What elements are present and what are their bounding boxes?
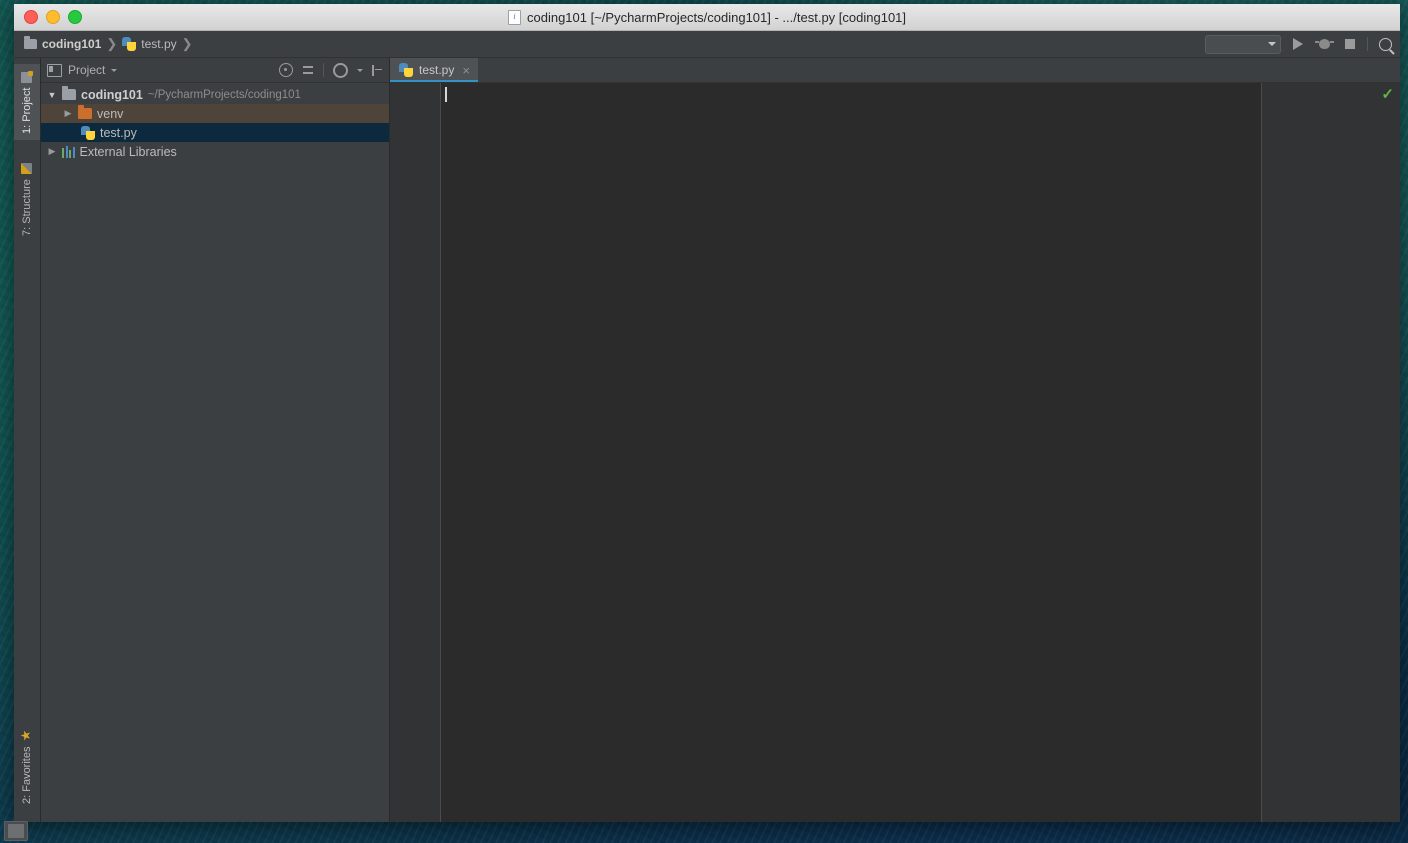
- navigation-bar: coding101 ❯ test.py ❯: [14, 31, 1400, 58]
- project-panel-actions: [279, 63, 383, 78]
- left-tool-strip: 1: Project 7: Structure 2: Favorites ★: [14, 58, 41, 822]
- star-icon: ★: [20, 729, 35, 740]
- toolbar-divider: [1367, 37, 1368, 51]
- code-editor[interactable]: [441, 83, 1261, 822]
- sidebar-item-structure[interactable]: 7: Structure: [14, 150, 40, 242]
- python-file-icon: [122, 37, 136, 51]
- window-title: i coding101 [~/PycharmProjects/coding101…: [14, 10, 1400, 25]
- inspection-status-icon[interactable]: ✓: [1381, 85, 1394, 103]
- python-file-icon: [399, 63, 413, 77]
- project-panel-title: Project: [68, 63, 105, 77]
- expand-arrow-icon[interactable]: ▼: [47, 90, 57, 100]
- breadcrumb-label: test.py: [141, 37, 176, 51]
- project-tree: ▼ coding101 ~/PycharmProjects/coding101 …: [41, 83, 389, 822]
- main-body: 1: Project 7: Structure 2: Favorites ★ P…: [14, 58, 1400, 822]
- hide-left-icon[interactable]: [372, 65, 383, 76]
- traffic-lights: [24, 10, 82, 24]
- bug-icon: [1319, 39, 1330, 49]
- tree-node-path: ~/PycharmProjects/coding101: [148, 89, 301, 101]
- python-file-icon: [81, 126, 95, 140]
- expand-arrow-icon[interactable]: ▶: [63, 108, 73, 119]
- window-title-text: coding101 [~/PycharmProjects/coding101] …: [527, 10, 906, 25]
- structure-icon: [22, 163, 33, 174]
- expand-arrow-icon[interactable]: ▶: [47, 146, 57, 157]
- gear-icon[interactable]: [333, 63, 348, 78]
- chevron-down-icon[interactable]: [111, 69, 117, 72]
- run-toolbar: [1205, 31, 1394, 57]
- editor-main: ✓: [390, 83, 1400, 822]
- chevron-down-icon[interactable]: [357, 69, 363, 72]
- python-file-icon: i: [508, 10, 521, 25]
- editor-right-margin[interactable]: ✓: [1261, 83, 1400, 822]
- editor-gutter[interactable]: [390, 83, 441, 822]
- tree-node-label: venv: [97, 107, 123, 121]
- sidebar-item-project[interactable]: 1: Project: [14, 64, 40, 140]
- tab-test-py[interactable]: test.py ×: [390, 58, 478, 82]
- sidebar-item-favorites[interactable]: 2: Favorites ★: [14, 714, 40, 810]
- target-icon[interactable]: [279, 63, 293, 77]
- folder-icon: [24, 39, 37, 49]
- run-button[interactable]: [1289, 35, 1307, 53]
- tab-label: test.py: [419, 63, 454, 77]
- folder-icon: [62, 89, 76, 100]
- play-icon: [1293, 38, 1303, 50]
- stop-button[interactable]: [1341, 35, 1359, 53]
- window-title-bar: i coding101 [~/PycharmProjects/coding101…: [14, 4, 1400, 31]
- dock-window-thumbnail[interactable]: [4, 821, 28, 841]
- minimize-window-button[interactable]: [46, 10, 60, 24]
- sidebar-item-label: 7: Structure: [21, 179, 33, 236]
- stop-icon: [1345, 39, 1355, 49]
- debug-button[interactable]: [1315, 35, 1333, 53]
- editor-area: test.py × ✓: [390, 58, 1400, 822]
- tree-row-external-libraries[interactable]: ▶ External Libraries: [41, 142, 389, 161]
- sidebar-item-label: 2: Favorites: [21, 747, 33, 804]
- project-icon: [22, 72, 33, 83]
- tree-node-label: External Libraries: [80, 145, 177, 159]
- sidebar-item-label: 1: Project: [21, 88, 33, 134]
- breadcrumb-coding101[interactable]: coding101: [24, 37, 101, 51]
- breadcrumb-separator: ❯: [182, 36, 193, 52]
- close-icon[interactable]: ×: [462, 63, 470, 78]
- tree-row-coding101[interactable]: ▼ coding101 ~/PycharmProjects/coding101: [41, 85, 389, 104]
- toolbar-divider: [323, 63, 324, 77]
- tree-row-testpy[interactable]: test.py: [41, 123, 389, 142]
- libraries-icon: [62, 146, 75, 158]
- run-configuration-selector[interactable]: [1205, 35, 1281, 54]
- folder-excluded-icon: [78, 108, 92, 119]
- breadcrumb-separator: ❯: [106, 36, 117, 52]
- text-caret: [445, 87, 447, 102]
- project-panel-header: Project: [41, 58, 389, 83]
- maximize-window-button[interactable]: [68, 10, 82, 24]
- tree-node-label: coding101: [81, 88, 143, 102]
- editor-tab-bar: test.py ×: [390, 58, 1400, 83]
- chevron-down-icon: [1268, 42, 1276, 46]
- tree-node-label: test.py: [100, 126, 137, 140]
- project-tool-window: Project ▼ coding101 ~/PycharmProjects/co…: [41, 58, 390, 822]
- pycharm-window: i coding101 [~/PycharmProjects/coding101…: [14, 4, 1400, 822]
- magnifier-icon: [1379, 38, 1392, 51]
- search-everywhere-button[interactable]: [1376, 35, 1394, 53]
- breadcrumb-label: coding101: [42, 37, 101, 51]
- close-window-button[interactable]: [24, 10, 38, 24]
- tree-row-venv[interactable]: ▶ venv: [41, 104, 389, 123]
- collapse-all-icon[interactable]: [302, 64, 314, 76]
- breadcrumb-testpy[interactable]: test.py: [122, 37, 176, 51]
- project-view-icon: [47, 64, 62, 77]
